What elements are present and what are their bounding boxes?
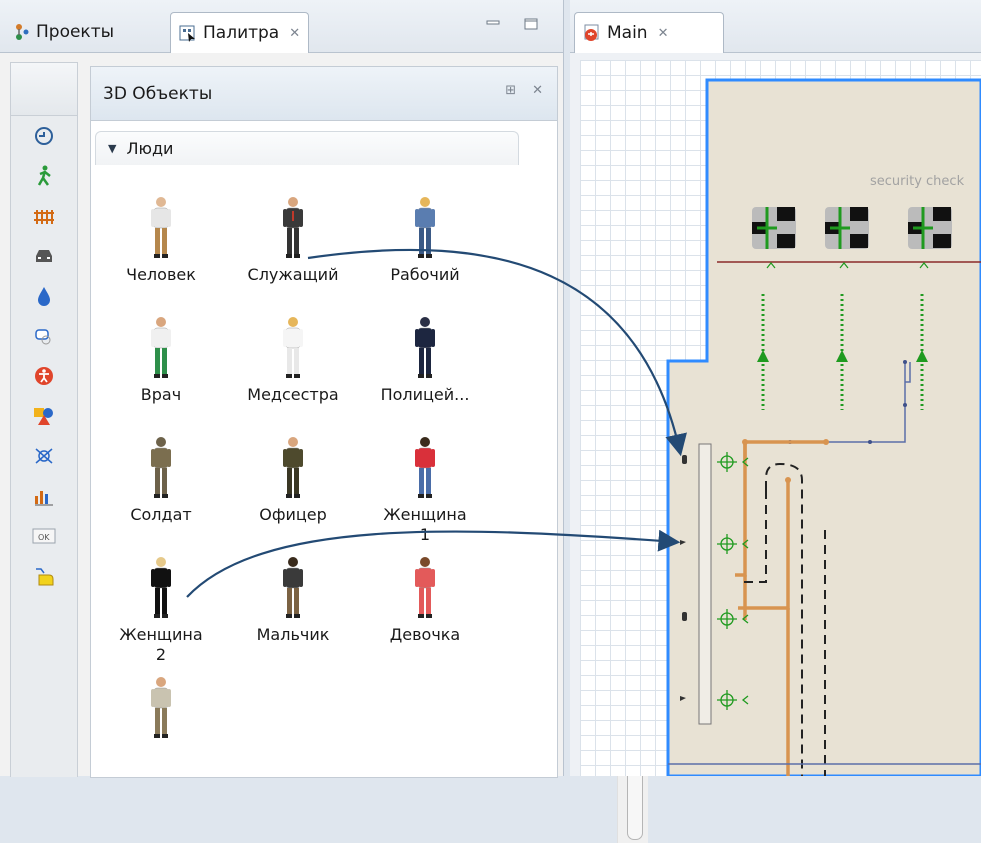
space-markup-icon[interactable] bbox=[11, 436, 77, 476]
palette-item[interactable]: Служащий bbox=[227, 191, 359, 285]
person-extra-icon bbox=[95, 671, 227, 739]
floor-plan bbox=[666, 78, 981, 776]
person-woman-red-icon bbox=[359, 431, 491, 499]
tab-palette[interactable]: Палитра ✕ bbox=[170, 12, 310, 53]
category-label: Люди bbox=[126, 139, 174, 158]
palette-item-label: Рабочий bbox=[390, 265, 460, 284]
projects-icon bbox=[16, 24, 29, 40]
collapse-triangle-icon[interactable]: ▼ bbox=[108, 142, 116, 155]
panel-header: 3D Объекты ⊞ ✕ bbox=[91, 67, 557, 121]
toolbar-header bbox=[11, 63, 77, 116]
palette-item-label: Человек bbox=[126, 265, 196, 284]
palette-item[interactable] bbox=[95, 671, 227, 745]
person-office-suit-icon bbox=[227, 191, 359, 259]
palette-item[interactable]: Человек bbox=[95, 191, 227, 285]
palette-item[interactable]: Мальчик bbox=[227, 551, 359, 645]
process-modeling-icon[interactable] bbox=[11, 116, 77, 156]
person-nurse-icon bbox=[227, 311, 359, 379]
person-doctor-icon bbox=[95, 311, 227, 379]
panel-title: 3D Объекты bbox=[103, 83, 213, 104]
pedestrian-icon[interactable] bbox=[11, 156, 77, 196]
svg-text:OK: OK bbox=[38, 533, 50, 542]
palette-item-label: Девочка bbox=[389, 625, 461, 644]
connectivity-icon[interactable] bbox=[11, 556, 77, 596]
minimize-icon[interactable] bbox=[486, 18, 500, 30]
maximize-icon[interactable] bbox=[524, 18, 538, 30]
tab-projects[interactable]: Проекты bbox=[6, 12, 122, 52]
objects-palette-panel: 3D Объекты ⊞ ✕ ▼ Люди ▲ ≡ Человек bbox=[90, 66, 648, 843]
palette-item-label: Врач bbox=[140, 385, 182, 404]
accessibility-icon[interactable] bbox=[11, 356, 77, 396]
fluid-icon[interactable] bbox=[11, 276, 77, 316]
rail-icon[interactable] bbox=[11, 196, 77, 236]
palette-item-label: Офицер bbox=[259, 505, 327, 524]
palette-item[interactable]: Полицей... bbox=[359, 311, 491, 405]
view-mode-icon[interactable]: ⊞ bbox=[505, 83, 516, 98]
palette-section-toolbar: OK bbox=[10, 62, 78, 777]
palette-item[interactable]: Солдат bbox=[95, 431, 227, 525]
palette-icon bbox=[179, 25, 195, 42]
close-icon[interactable]: ✕ bbox=[658, 26, 669, 41]
road-traffic-icon[interactable] bbox=[11, 236, 77, 276]
tab-projects-label: Проекты bbox=[36, 22, 115, 42]
palette-item[interactable]: Офицер bbox=[227, 431, 359, 525]
palette-item[interactable]: Врач bbox=[95, 311, 227, 405]
scanner-2 bbox=[825, 207, 869, 249]
left-tab-bar: Проекты Палитра ✕ bbox=[0, 0, 563, 53]
palette-item[interactable]: Девочка bbox=[359, 551, 491, 645]
palette-item-label: Женщина 1 bbox=[383, 505, 467, 544]
tab-main[interactable]: Main ✕ bbox=[574, 12, 724, 53]
person-white-shirt-icon bbox=[95, 191, 227, 259]
person-soldier-icon bbox=[95, 431, 227, 499]
palette-item[interactable]: Медсестра bbox=[227, 311, 359, 405]
palette-view: Проекты Палитра ✕ OK 3D Объекты ⊞ ✕ ▼ Лю… bbox=[0, 0, 648, 843]
palette-item-label: Мальчик bbox=[256, 625, 330, 644]
palette-item-label: Служащий bbox=[247, 265, 339, 284]
person-boy-icon bbox=[227, 551, 359, 619]
close-icon[interactable]: ✕ bbox=[289, 26, 300, 41]
right-tab-bar: Main ✕ bbox=[570, 0, 981, 53]
category-people[interactable]: ▼ Люди bbox=[95, 131, 519, 165]
presentation-icon[interactable] bbox=[11, 396, 77, 436]
palette-item[interactable]: Рабочий bbox=[359, 191, 491, 285]
controls-icon[interactable]: OK bbox=[11, 516, 77, 556]
person-worker-icon bbox=[359, 191, 491, 259]
palette-item-label: Полицей... bbox=[380, 385, 470, 404]
analysis-icon[interactable] bbox=[11, 476, 77, 516]
person-woman-black-icon bbox=[95, 551, 227, 619]
person-girl-icon bbox=[359, 551, 491, 619]
palette-item-label: Солдат bbox=[130, 505, 192, 524]
person-police-icon bbox=[359, 311, 491, 379]
palette-item[interactable]: Женщина 1 bbox=[359, 431, 491, 545]
close-icon[interactable]: ✕ bbox=[532, 83, 543, 98]
palette-item-label: Медсестра bbox=[247, 385, 339, 404]
agent-icon[interactable] bbox=[11, 316, 77, 356]
security-check-label: security check bbox=[870, 174, 965, 189]
tab-palette-label: Палитра bbox=[203, 23, 280, 43]
palette-item[interactable]: Женщина 2 bbox=[95, 551, 227, 665]
model-canvas[interactable]: security check bbox=[580, 60, 981, 776]
scanner-1 bbox=[752, 207, 796, 249]
person-officer-icon bbox=[227, 431, 359, 499]
palette-item-label: Женщина 2 bbox=[119, 625, 203, 664]
tab-main-label: Main bbox=[607, 23, 648, 43]
agent-type-icon bbox=[584, 24, 599, 41]
main-editor-view: Main ✕ security check bbox=[570, 0, 981, 776]
scanner-3 bbox=[908, 207, 952, 249]
